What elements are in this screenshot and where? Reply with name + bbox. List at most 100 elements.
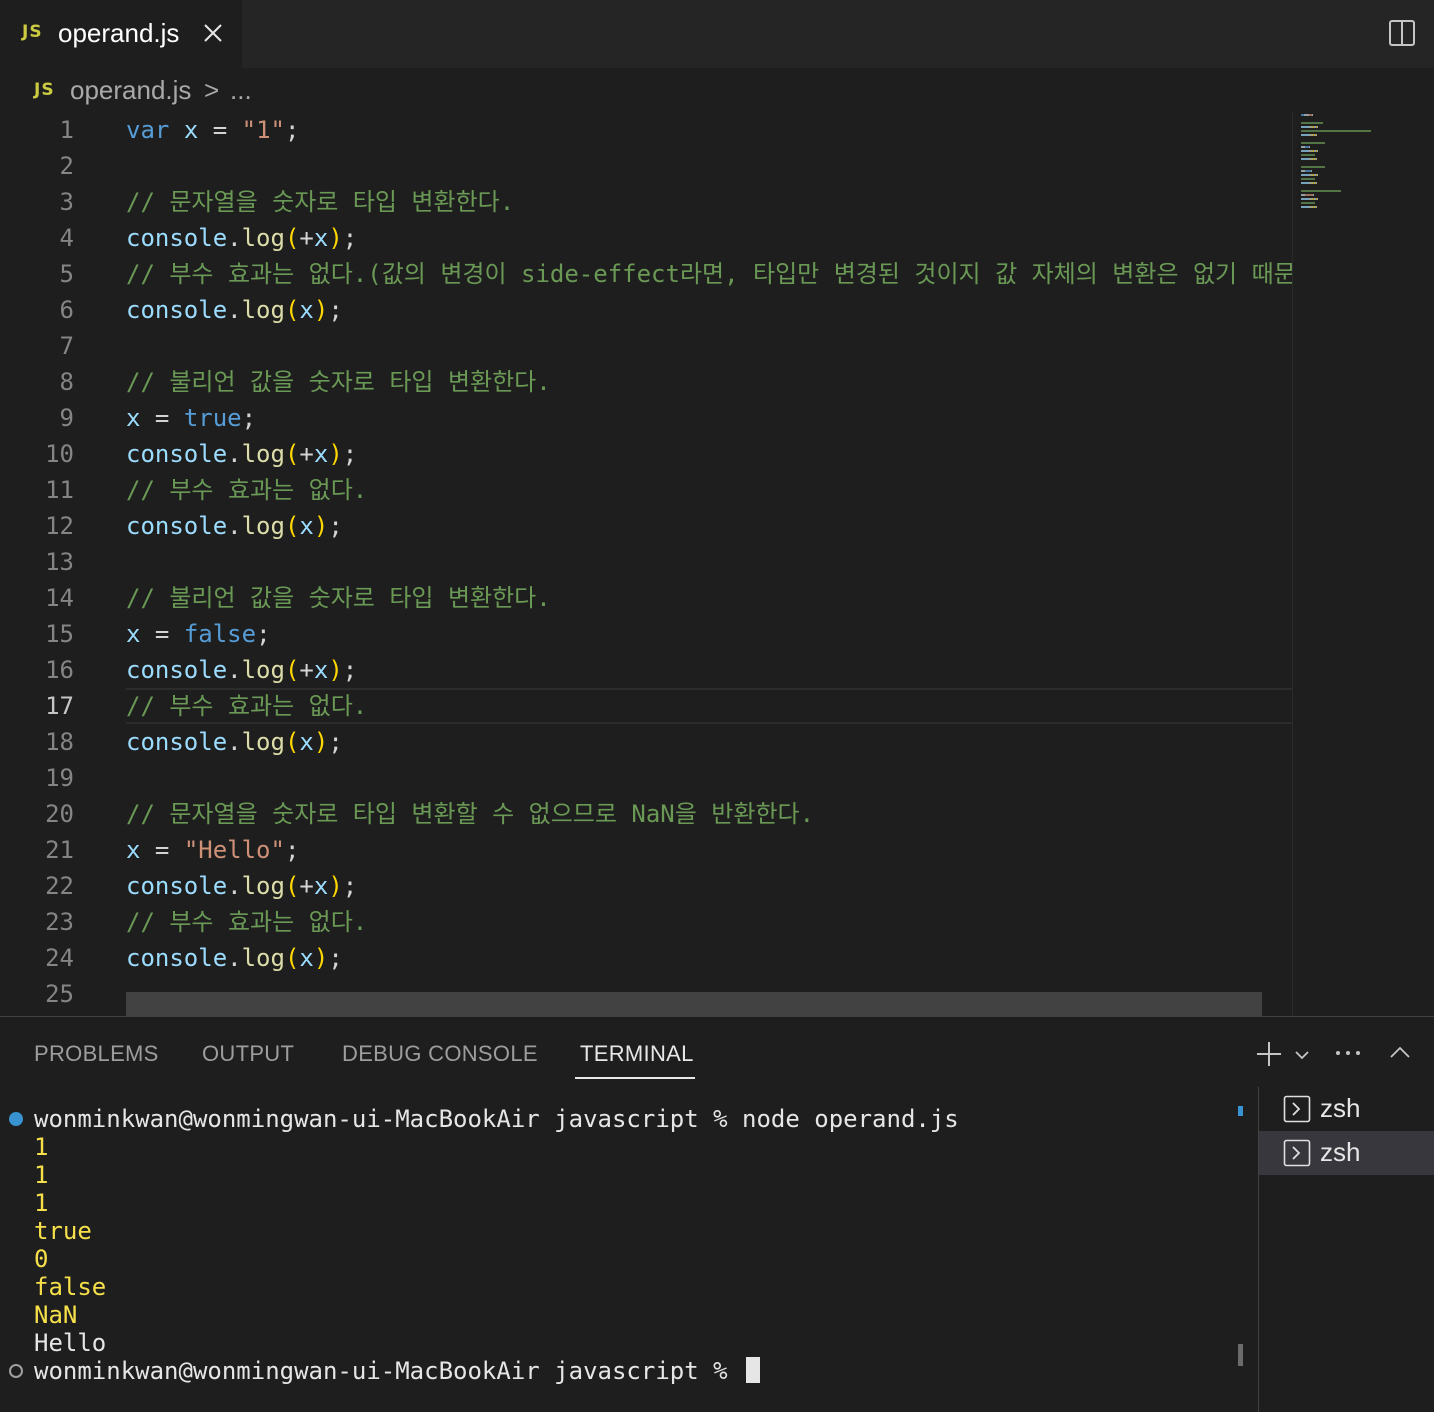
line-number: 15 bbox=[45, 620, 74, 648]
minimap-token bbox=[1309, 146, 1310, 148]
terminal-prompt-line: wonminkwan@wonmingwan-ui-MacBookAir java… bbox=[34, 1357, 761, 1385]
minimap-token bbox=[1301, 142, 1325, 144]
code-token: x bbox=[126, 404, 141, 432]
code-token: ; bbox=[328, 512, 343, 540]
code-token: = bbox=[140, 836, 184, 864]
code-token: . bbox=[227, 656, 242, 684]
minimap-token bbox=[1316, 182, 1317, 184]
code-line[interactable]: 2 bbox=[0, 148, 1292, 184]
terminal-instance-label: zsh bbox=[1320, 1093, 1361, 1123]
tab-output[interactable]: OUTPUT bbox=[202, 1041, 294, 1067]
code-token: ( bbox=[284, 872, 300, 900]
minimap[interactable] bbox=[1292, 112, 1434, 1016]
minimap-token bbox=[1301, 198, 1309, 200]
code-text: console.log(x); bbox=[126, 292, 343, 328]
chevron-down-icon[interactable] bbox=[1292, 1045, 1312, 1065]
code-line[interactable]: 24 console.log(x); bbox=[0, 940, 1292, 976]
maximize-panel-icon[interactable] bbox=[1388, 1041, 1412, 1065]
code-token: ) bbox=[328, 872, 343, 900]
minimap-token bbox=[1305, 194, 1313, 196]
code-text: x = true; bbox=[126, 400, 256, 436]
code-text: console.log(+x); bbox=[126, 220, 357, 256]
terminal-instance-zsh[interactable]: zsh bbox=[1259, 1131, 1434, 1175]
code-token: x bbox=[313, 656, 329, 684]
tab-debug-console[interactable]: DEBUG CONSOLE bbox=[342, 1041, 538, 1067]
code-line[interactable]: 6 console.log(x); bbox=[0, 292, 1292, 328]
code-token: log bbox=[241, 944, 285, 972]
more-actions-icon[interactable] bbox=[1334, 1043, 1364, 1063]
minimap-token bbox=[1316, 206, 1317, 208]
code-line[interactable]: 5 // 부수 효과는 없다.(값의 변경이 side-effect라면, 타입만… bbox=[0, 256, 1292, 292]
code-token: x bbox=[126, 620, 141, 648]
terminal-view[interactable]: wonminkwan@wonmingwan-ui-MacBookAir java… bbox=[0, 1087, 1258, 1412]
code-token: log bbox=[241, 440, 285, 468]
code-line[interactable]: 23 // 부수 효과는 없다. bbox=[0, 904, 1292, 940]
code-line[interactable]: 19 bbox=[0, 760, 1292, 796]
minimap-token bbox=[1301, 174, 1309, 176]
code-line[interactable]: 17 // 부수 효과는 없다. bbox=[0, 688, 1292, 724]
code-token: ; bbox=[284, 116, 300, 144]
code-token: x bbox=[126, 836, 141, 864]
tab-terminal[interactable]: TERMINAL bbox=[580, 1041, 694, 1067]
code-text: console.log(+x); bbox=[126, 436, 357, 472]
new-terminal-icon[interactable] bbox=[1254, 1039, 1284, 1069]
line-number: 19 bbox=[45, 764, 74, 792]
line-number: 20 bbox=[45, 800, 74, 828]
code-text: console.log(x); bbox=[126, 724, 343, 760]
bottom-panel: PROBLEMS OUTPUT DEBUG CONSOLE TERMINAL w… bbox=[0, 1016, 1434, 1412]
tab-operand-js[interactable]: JS operand.js bbox=[0, 0, 242, 68]
terminal-instance-zsh[interactable]: zsh bbox=[1259, 1087, 1434, 1131]
terminal-output-line: 1 bbox=[34, 1161, 49, 1189]
code-text: // 부수 효과는 없다. bbox=[126, 472, 367, 508]
minimap-token bbox=[1301, 182, 1309, 184]
code-editor[interactable]: 25 24 console.log(x); 23// 부수 효과는 없다. 22 cons… bbox=[0, 112, 1292, 1016]
line-number: 24 bbox=[45, 944, 74, 972]
code-text: // 부수 효과는 없다. bbox=[126, 688, 367, 724]
minimap-token bbox=[1301, 178, 1315, 180]
breadcrumb-file[interactable]: operand.js bbox=[70, 75, 191, 106]
code-token: console bbox=[126, 224, 228, 252]
code-token: ) bbox=[313, 296, 329, 324]
split-editor-icon[interactable] bbox=[1388, 18, 1416, 48]
code-line[interactable]: 15 x = false; bbox=[0, 616, 1292, 652]
code-token: ( bbox=[284, 728, 300, 756]
command-success-dot-icon bbox=[9, 1112, 23, 1126]
minimap-token bbox=[1301, 154, 1315, 156]
minimap-token bbox=[1317, 174, 1318, 176]
code-text: // 불리언 값을 숫자로 타입 변환한다. bbox=[126, 580, 551, 616]
code-token: ; bbox=[256, 620, 271, 648]
code-line[interactable]: 22 console.log(+x); bbox=[0, 868, 1292, 904]
code-line[interactable]: 16 console.log(+x); bbox=[0, 652, 1292, 688]
breadcrumb-symbols[interactable]: ... bbox=[230, 75, 252, 106]
minimap-token bbox=[1313, 194, 1314, 196]
code-line[interactable]: 20 // 문자열을 숫자로 타입 변환할 수 없으므로 NaN을 반환한다. bbox=[0, 796, 1292, 832]
terminal-output-line: 0 bbox=[34, 1245, 49, 1273]
code-line[interactable]: 7 bbox=[0, 328, 1292, 364]
code-token: x bbox=[313, 224, 329, 252]
tab-problems[interactable]: PROBLEMS bbox=[34, 1041, 159, 1067]
code-text: console.log(+x); bbox=[126, 868, 357, 904]
code-line[interactable]: 8 // 불리언 값을 숫자로 타입 변환한다. bbox=[0, 364, 1292, 400]
code-token: // 부수 효과는 없다. bbox=[126, 692, 368, 720]
horizontal-scrollbar[interactable] bbox=[126, 992, 1262, 1016]
minimap-token bbox=[1316, 158, 1317, 160]
terminal-instance-label: zsh bbox=[1320, 1137, 1361, 1167]
code-line[interactable]: 1 var x = "1"; bbox=[0, 112, 1292, 148]
code-line[interactable]: 9 x = true; bbox=[0, 400, 1292, 436]
code-token: console bbox=[126, 296, 228, 324]
code-line[interactable]: 11 // 부수 효과는 없다. bbox=[0, 472, 1292, 508]
code-token: ( bbox=[284, 656, 300, 684]
code-token: ) bbox=[313, 944, 329, 972]
scroll-marker bbox=[1238, 1344, 1243, 1366]
code-line[interactable]: 3 // 문자열을 숫자로 타입 변환한다. bbox=[0, 184, 1292, 220]
code-line[interactable]: 4 console.log(+x); bbox=[0, 220, 1292, 256]
code-line[interactable]: 14 // 불리언 값을 숫자로 타입 변환한다. bbox=[0, 580, 1292, 616]
code-line[interactable]: 21 x = "Hello"; bbox=[0, 832, 1292, 868]
close-icon[interactable] bbox=[200, 18, 226, 48]
code-token: = bbox=[140, 620, 184, 648]
code-line[interactable]: 18 console.log(x); bbox=[0, 724, 1292, 760]
code-line[interactable]: 13 bbox=[0, 544, 1292, 580]
code-line[interactable]: 10 console.log(+x); bbox=[0, 436, 1292, 472]
code-text: // 문자열을 숫자로 타입 변환한다. bbox=[126, 184, 514, 220]
code-line[interactable]: 12 console.log(x); bbox=[0, 508, 1292, 544]
